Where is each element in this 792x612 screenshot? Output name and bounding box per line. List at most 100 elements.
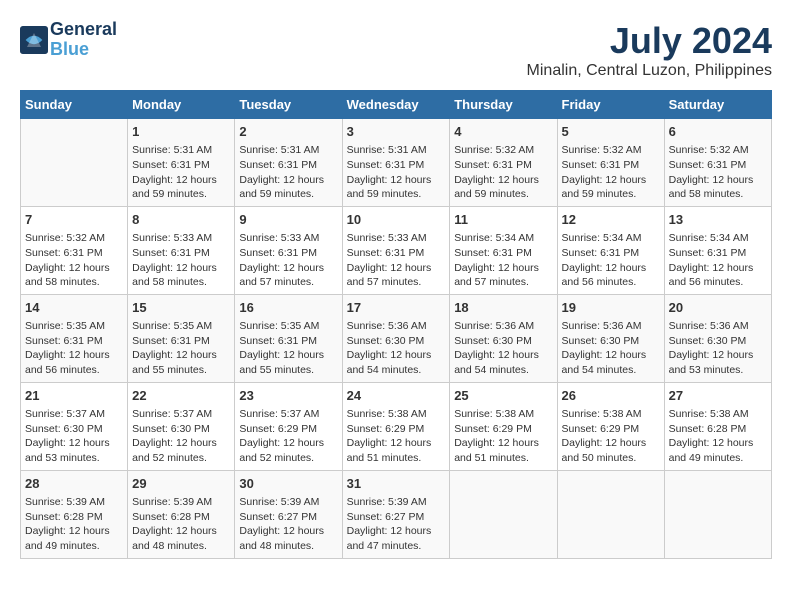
calendar-cell: 9 Sunrise: 5:33 AM Sunset: 6:31 PM Daylig… [235, 206, 342, 294]
day-info: Sunrise: 5:34 AM Sunset: 6:31 PM Dayligh… [669, 231, 767, 290]
day-info: Sunrise: 5:36 AM Sunset: 6:30 PM Dayligh… [347, 319, 446, 378]
day-info: Sunrise: 5:33 AM Sunset: 6:31 PM Dayligh… [239, 231, 337, 290]
day-info: Sunrise: 5:38 AM Sunset: 6:29 PM Dayligh… [454, 407, 552, 466]
day-number: 7 [25, 211, 123, 229]
location-title: Minalin, Central Luzon, Philippines [527, 62, 772, 80]
day-info: Sunrise: 5:33 AM Sunset: 6:31 PM Dayligh… [347, 231, 446, 290]
day-number: 12 [562, 211, 660, 229]
calendar-week-row: 14 Sunrise: 5:35 AM Sunset: 6:31 PM Dayli… [21, 294, 772, 382]
day-number: 13 [669, 211, 767, 229]
day-info: Sunrise: 5:34 AM Sunset: 6:31 PM Dayligh… [454, 231, 552, 290]
day-info: Sunrise: 5:36 AM Sunset: 6:30 PM Dayligh… [454, 319, 552, 378]
calendar-cell: 28 Sunrise: 5:39 AM Sunset: 6:28 PM Dayli… [21, 470, 128, 558]
day-info: Sunrise: 5:36 AM Sunset: 6:30 PM Dayligh… [669, 319, 767, 378]
calendar-week-row: 1 Sunrise: 5:31 AM Sunset: 6:31 PM Daylig… [21, 119, 772, 207]
day-info: Sunrise: 5:33 AM Sunset: 6:31 PM Dayligh… [132, 231, 230, 290]
calendar-cell: 14 Sunrise: 5:35 AM Sunset: 6:31 PM Dayli… [21, 294, 128, 382]
day-number: 14 [25, 299, 123, 317]
calendar-cell [21, 119, 128, 207]
calendar-body: 1 Sunrise: 5:31 AM Sunset: 6:31 PM Daylig… [21, 119, 772, 559]
day-info: Sunrise: 5:31 AM Sunset: 6:31 PM Dayligh… [347, 143, 446, 202]
day-info: Sunrise: 5:34 AM Sunset: 6:31 PM Dayligh… [562, 231, 660, 290]
weekday-header-sunday: Sunday [21, 91, 128, 119]
calendar-cell: 20 Sunrise: 5:36 AM Sunset: 6:30 PM Dayli… [664, 294, 771, 382]
day-info: Sunrise: 5:35 AM Sunset: 6:31 PM Dayligh… [25, 319, 123, 378]
calendar-cell: 23Sunrise: 5:37 AM Sunset: 6:29 PM Dayli… [235, 382, 342, 470]
calendar-cell: 24 Sunrise: 5:38 AM Sunset: 6:29 PM Dayli… [342, 382, 450, 470]
logo-line1: General [50, 20, 117, 40]
logo-text: General Blue [50, 20, 117, 60]
day-number: 31 [347, 475, 446, 493]
day-number: 22 [132, 387, 230, 405]
day-number: 17 [347, 299, 446, 317]
calendar-cell: 22 Sunrise: 5:37 AM Sunset: 6:30 PM Dayli… [128, 382, 235, 470]
day-number: 27 [669, 387, 767, 405]
calendar-cell: 5Sunrise: 5:32 AM Sunset: 6:31 PM Daylig… [557, 119, 664, 207]
weekday-header-saturday: Saturday [664, 91, 771, 119]
calendar-cell: 12 Sunrise: 5:34 AM Sunset: 6:31 PM Dayli… [557, 206, 664, 294]
calendar-cell: 6 Sunrise: 5:32 AM Sunset: 6:31 PM Daylig… [664, 119, 771, 207]
day-info: Sunrise: 5:37 AM Sunset: 6:30 PM Dayligh… [132, 407, 230, 466]
day-number: 28 [25, 475, 123, 493]
day-number: 19 [562, 299, 660, 317]
calendar-week-row: 28 Sunrise: 5:39 AM Sunset: 6:28 PM Dayli… [21, 470, 772, 558]
day-info: Sunrise: 5:32 AM Sunset: 6:31 PM Dayligh… [25, 231, 123, 290]
calendar-header: SundayMondayTuesdayWednesdayThursdayFrid… [21, 91, 772, 119]
calendar-cell: 31Sunrise: 5:39 AM Sunset: 6:27 PM Dayli… [342, 470, 450, 558]
day-number: 5 [562, 123, 660, 141]
day-info: Sunrise: 5:35 AM Sunset: 6:31 PM Dayligh… [239, 319, 337, 378]
day-info: Sunrise: 5:39 AM Sunset: 6:28 PM Dayligh… [132, 495, 230, 554]
calendar-cell: 10 Sunrise: 5:33 AM Sunset: 6:31 PM Dayli… [342, 206, 450, 294]
calendar-cell: 26 Sunrise: 5:38 AM Sunset: 6:29 PM Dayli… [557, 382, 664, 470]
calendar-cell: 17 Sunrise: 5:36 AM Sunset: 6:30 PM Dayli… [342, 294, 450, 382]
day-number: 10 [347, 211, 446, 229]
calendar-cell: 11 Sunrise: 5:34 AM Sunset: 6:31 PM Dayli… [450, 206, 557, 294]
day-number: 29 [132, 475, 230, 493]
calendar-cell: 27 Sunrise: 5:38 AM Sunset: 6:28 PM Dayli… [664, 382, 771, 470]
calendar-cell: 15 Sunrise: 5:35 AM Sunset: 6:31 PM Dayli… [128, 294, 235, 382]
calendar-cell: 8 Sunrise: 5:33 AM Sunset: 6:31 PM Daylig… [128, 206, 235, 294]
calendar-cell [557, 470, 664, 558]
day-number: 16 [239, 299, 337, 317]
day-info: Sunrise: 5:38 AM Sunset: 6:29 PM Dayligh… [562, 407, 660, 466]
title-area: July 2024 Minalin, Central Luzon, Philip… [527, 20, 772, 80]
calendar-cell: 1Sunrise: 5:31 AM Sunset: 6:31 PM Daylig… [128, 119, 235, 207]
day-info: Sunrise: 5:39 AM Sunset: 6:28 PM Dayligh… [25, 495, 123, 554]
day-info: Sunrise: 5:31 AM Sunset: 6:31 PM Dayligh… [239, 143, 337, 202]
day-number: 1 [132, 123, 230, 141]
calendar-cell: 18 Sunrise: 5:36 AM Sunset: 6:30 PM Dayli… [450, 294, 557, 382]
day-number: 26 [562, 387, 660, 405]
calendar-cell: 19Sunrise: 5:36 AM Sunset: 6:30 PM Dayli… [557, 294, 664, 382]
day-info: Sunrise: 5:32 AM Sunset: 6:31 PM Dayligh… [669, 143, 767, 202]
day-number: 4 [454, 123, 552, 141]
calendar-week-row: 7 Sunrise: 5:32 AM Sunset: 6:31 PM Daylig… [21, 206, 772, 294]
day-number: 6 [669, 123, 767, 141]
day-number: 15 [132, 299, 230, 317]
day-number: 18 [454, 299, 552, 317]
day-number: 21 [25, 387, 123, 405]
calendar-cell: 16 Sunrise: 5:35 AM Sunset: 6:31 PM Dayli… [235, 294, 342, 382]
calendar-cell [450, 470, 557, 558]
day-info: Sunrise: 5:38 AM Sunset: 6:29 PM Dayligh… [347, 407, 446, 466]
day-number: 30 [239, 475, 337, 493]
day-number: 2 [239, 123, 337, 141]
logo-icon [20, 26, 48, 54]
day-number: 24 [347, 387, 446, 405]
day-number: 3 [347, 123, 446, 141]
calendar-cell [664, 470, 771, 558]
calendar-cell: 2 Sunrise: 5:31 AM Sunset: 6:31 PM Daylig… [235, 119, 342, 207]
calendar-cell: 29 Sunrise: 5:39 AM Sunset: 6:28 PM Dayli… [128, 470, 235, 558]
day-info: Sunrise: 5:37 AM Sunset: 6:30 PM Dayligh… [25, 407, 123, 466]
day-number: 8 [132, 211, 230, 229]
day-info: Sunrise: 5:38 AM Sunset: 6:28 PM Dayligh… [669, 407, 767, 466]
calendar-table: SundayMondayTuesdayWednesdayThursdayFrid… [20, 90, 772, 559]
day-info: Sunrise: 5:37 AM Sunset: 6:29 PM Dayligh… [239, 407, 337, 466]
weekday-header-tuesday: Tuesday [235, 91, 342, 119]
day-info: Sunrise: 5:35 AM Sunset: 6:31 PM Dayligh… [132, 319, 230, 378]
day-number: 20 [669, 299, 767, 317]
logo-line2: Blue [50, 39, 89, 59]
day-info: Sunrise: 5:39 AM Sunset: 6:27 PM Dayligh… [239, 495, 337, 554]
calendar-cell: 30 Sunrise: 5:39 AM Sunset: 6:27 PM Dayli… [235, 470, 342, 558]
day-number: 9 [239, 211, 337, 229]
day-number: 11 [454, 211, 552, 229]
